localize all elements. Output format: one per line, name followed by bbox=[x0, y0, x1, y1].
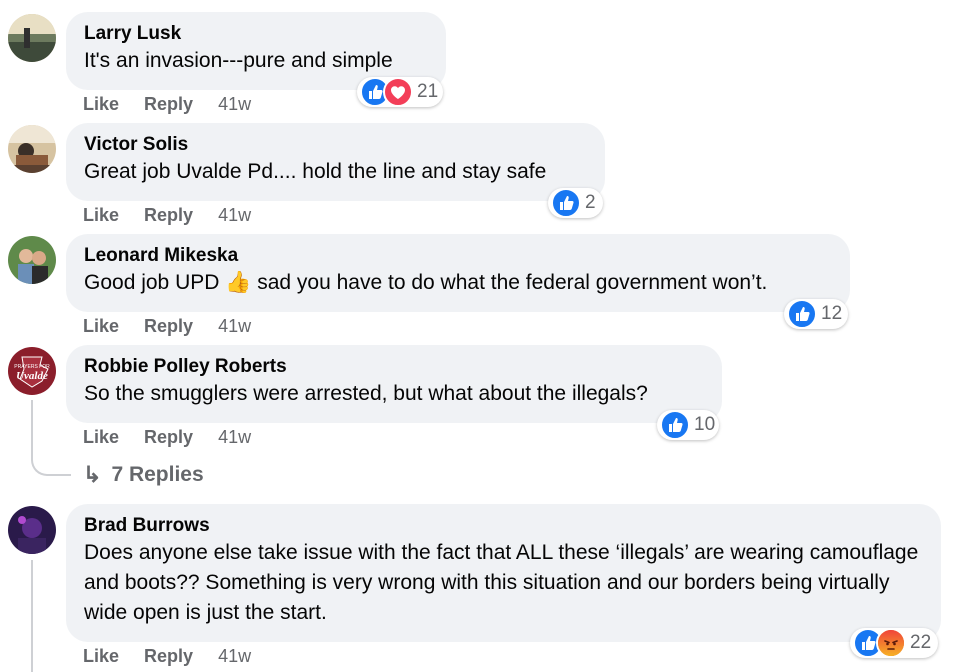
reaction-count: 10 bbox=[694, 414, 716, 435]
reply-button[interactable]: Reply bbox=[144, 316, 193, 337]
reply-button[interactable]: Reply bbox=[144, 646, 193, 667]
comment-text: Good job UPD 👍 sad you have to do what t… bbox=[84, 268, 832, 298]
comment-author[interactable]: Brad Burrows bbox=[84, 514, 923, 538]
like-button[interactable]: Like bbox=[83, 316, 119, 337]
thread-connector bbox=[31, 436, 71, 476]
thumbs-up-emoji: 👍 bbox=[225, 271, 252, 294]
comment-text: Great job Uvalde Pd.... hold the line an… bbox=[84, 160, 547, 183]
avatar[interactable] bbox=[8, 506, 56, 554]
comment-author[interactable]: Victor Solis bbox=[84, 133, 587, 157]
reply-button[interactable]: Reply bbox=[144, 94, 193, 115]
timestamp[interactable]: 41w bbox=[218, 646, 251, 667]
comment-actions: Like Reply 41w bbox=[83, 314, 251, 338]
comment-actions: Like Reply 41w bbox=[83, 425, 251, 449]
like-icon bbox=[660, 410, 690, 440]
comment-text-start: Good job UPD bbox=[84, 271, 226, 294]
avatar[interactable] bbox=[8, 125, 56, 173]
timestamp[interactable]: 41w bbox=[218, 205, 251, 226]
thread-line bbox=[31, 400, 33, 436]
comment-text: It's an invasion---pure and simple bbox=[84, 49, 393, 72]
avatar[interactable] bbox=[8, 236, 56, 284]
comment-author[interactable]: Leonard Mikeska bbox=[84, 244, 832, 268]
comment-text-end: sad you have to do what the federal gove… bbox=[251, 271, 768, 294]
comment-bubble: Leonard Mikeska Good job UPD 👍 sad you h… bbox=[66, 234, 850, 312]
reply-button[interactable]: Reply bbox=[144, 427, 193, 448]
comment-author[interactable]: Larry Lusk bbox=[84, 22, 428, 46]
comment-author[interactable]: Robbie Polley Roberts bbox=[84, 355, 704, 379]
reply-button[interactable]: Reply bbox=[144, 205, 193, 226]
view-replies-link[interactable]: ↳ 7 Replies bbox=[83, 461, 204, 489]
like-button[interactable]: Like bbox=[83, 646, 119, 667]
comment-text: Does anyone else take issue with the fac… bbox=[84, 541, 925, 624]
love-icon bbox=[383, 77, 413, 107]
reaction-count: 21 bbox=[417, 81, 439, 102]
comment-bubble: Brad Burrows Does anyone else take issue… bbox=[66, 504, 941, 642]
avatar-caption-town: Uvalde bbox=[16, 370, 48, 382]
timestamp[interactable]: 41w bbox=[218, 316, 251, 337]
timestamp[interactable]: 41w bbox=[218, 94, 251, 115]
reaction-summary[interactable]: 10 bbox=[657, 410, 719, 440]
avatar[interactable] bbox=[8, 14, 56, 62]
avatar[interactable]: PRAYERS FOR Uvalde bbox=[8, 347, 56, 395]
comment-actions: Like Reply 41w bbox=[83, 644, 251, 668]
comment-actions: Like Reply 41w bbox=[83, 92, 251, 116]
reaction-count: 2 bbox=[585, 192, 596, 213]
like-button[interactable]: Like bbox=[83, 205, 119, 226]
like-button[interactable]: Like bbox=[83, 94, 119, 115]
thread-line bbox=[31, 560, 33, 672]
like-button[interactable]: Like bbox=[83, 427, 119, 448]
comment-bubble: Robbie Polley Roberts So the smugglers w… bbox=[66, 345, 722, 423]
reaction-summary[interactable]: 12 bbox=[784, 299, 848, 329]
angry-icon bbox=[876, 628, 906, 658]
replies-count: 7 Replies bbox=[111, 463, 204, 486]
reaction-summary[interactable]: 22 bbox=[850, 628, 938, 658]
reaction-count: 12 bbox=[821, 303, 843, 324]
timestamp[interactable]: 41w bbox=[218, 427, 251, 448]
reaction-count: 22 bbox=[910, 632, 932, 653]
reaction-summary[interactable]: 21 bbox=[357, 77, 443, 107]
reaction-summary[interactable]: 2 bbox=[548, 188, 603, 218]
like-icon bbox=[787, 299, 817, 329]
comment-text: So the smugglers were arrested, but what… bbox=[84, 382, 648, 405]
comment-bubble: Victor Solis Great job Uvalde Pd.... hol… bbox=[66, 123, 605, 201]
reply-arrow-icon: ↳ bbox=[83, 462, 102, 487]
comment-actions: Like Reply 41w bbox=[83, 203, 251, 227]
like-icon bbox=[551, 188, 581, 218]
